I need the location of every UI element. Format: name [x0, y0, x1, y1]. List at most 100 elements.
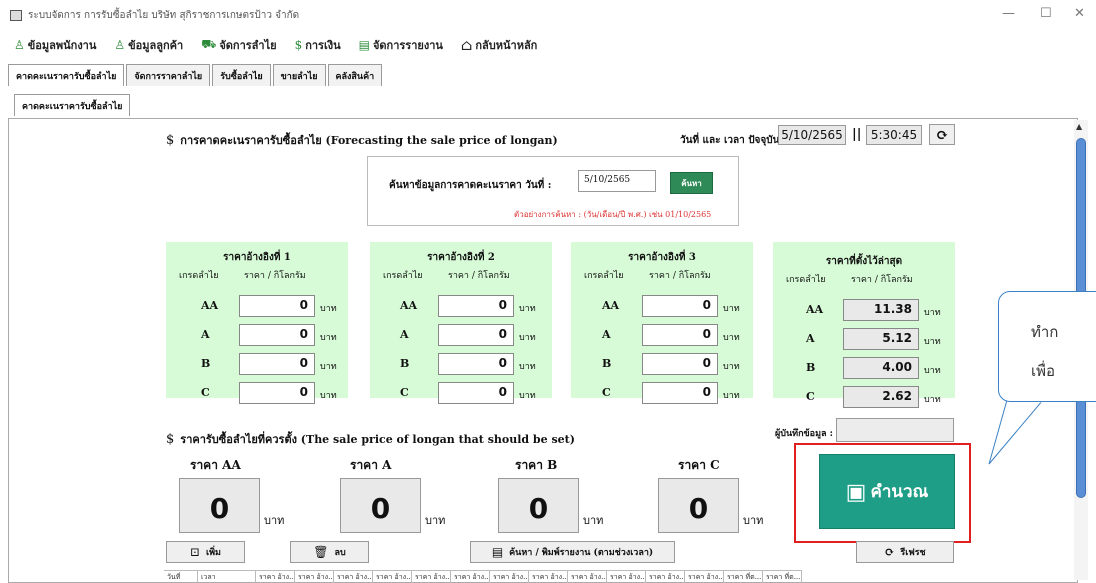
price-aa-value: 0 [179, 478, 260, 533]
table-header-cell[interactable]: ราคา อ้าง... [607, 571, 646, 583]
unit-label: บาท [723, 333, 740, 343]
ref2-price-c[interactable]: 0 [438, 382, 514, 404]
table-header-cell[interactable]: เวลา [198, 571, 256, 583]
ref3-price-aa[interactable]: 0 [642, 295, 718, 317]
close-button[interactable]: ✕ [1074, 6, 1085, 21]
ref2-price-aa[interactable]: 0 [438, 295, 514, 317]
tab-forecast[interactable]: คาดคะเนราคารับซื้อลำไย [8, 64, 125, 86]
menu-label: ข้อมูลพนักงาน [27, 39, 97, 52]
menu-bar: ♙ ข้อมูลพนักงาน ♙ ข้อมูลลูกค้า ⛟ จัดการลำไย… [14, 34, 555, 56]
maximize-button[interactable]: ☐ [1040, 6, 1052, 21]
table-header-cell[interactable]: ราคา อ้าง... [412, 571, 451, 583]
table-header-cell[interactable]: ราคา อ้าง... [490, 571, 529, 583]
search-date-input[interactable]: 5/10/2565 [578, 170, 656, 192]
tab-warehouse[interactable]: คลังสินค้า [327, 64, 383, 86]
unit-label: บาท [519, 362, 536, 372]
unit-label: บาท [924, 366, 941, 376]
table-header-cell[interactable]: ราคา อ้าง... [451, 571, 490, 583]
menu-reports[interactable]: ▤ จัดการรายงาน [359, 36, 443, 54]
latest-price-aa: 11.38 [843, 299, 919, 321]
menu-label: จัดการรายงาน [372, 39, 443, 52]
table-header-cell[interactable]: ราคา อ้าง... [295, 571, 334, 583]
app-icon [10, 9, 22, 21]
minimize-button[interactable]: — [1002, 6, 1015, 21]
grade-label: A [201, 328, 210, 341]
menu-manage-longan[interactable]: ⛟ จัดการลำไย [201, 36, 276, 54]
table-header-cell[interactable]: ราคา อ้าง... [256, 571, 295, 583]
table-header-cell[interactable]: ราคา ที่ต... [724, 571, 763, 583]
ref1-price-a[interactable]: 0 [239, 324, 315, 346]
unit-label: บาท [723, 391, 740, 401]
add-button[interactable]: ⊡ เพิ่ม [166, 541, 245, 563]
ref1-price-c[interactable]: 0 [239, 382, 315, 404]
tab-buy[interactable]: รับซื้อลำไย [212, 64, 271, 86]
sub-tabs: คาดคะเนราคารับซื้อลำไย [14, 94, 132, 116]
menu-finance[interactable]: $ การเงิน [295, 36, 341, 54]
users-icon: ♙ [14, 38, 25, 52]
search-print-button[interactable]: ▤ ค้นหา / พิมพ์รายงาน (ตามช่วงเวลา) [470, 541, 675, 563]
tab-sell[interactable]: ขายลำไย [272, 64, 326, 86]
title-bar: ระบบจัดการ การรับซื้อลำไย บริษัท สุกิราช… [0, 0, 1096, 30]
table-header-cell[interactable]: วันที่ [164, 571, 198, 583]
grade-label: AA [400, 299, 418, 312]
unit-label: บาท [723, 304, 740, 314]
unit-label: บาท [924, 308, 941, 318]
grade-label: AA [806, 303, 824, 316]
latest-price-b: 4.00 [843, 357, 919, 379]
delete-button[interactable]: 🗑 ลบ [290, 541, 369, 563]
unit-label: บาท [320, 362, 337, 372]
table-header-cell[interactable]: ราคา อ้าง... [685, 571, 724, 583]
table-header-cell[interactable]: ราคา อ้าง... [529, 571, 568, 583]
unit-label: บาท [519, 391, 536, 401]
scroll-up-icon[interactable]: ▲ [1076, 122, 1082, 131]
grade-label: AA [602, 299, 620, 312]
menu-label: ข้อมูลลูกค้า [128, 39, 184, 52]
ref1-price-aa[interactable]: 0 [239, 295, 315, 317]
ref3-price-a[interactable]: 0 [642, 324, 718, 346]
ref3-price-b[interactable]: 0 [642, 353, 718, 375]
main-tabs: คาดคะเนราคารับซื้อลำไย จัดการราคาลำไย รั… [8, 64, 384, 86]
unit-label: บาท [924, 395, 941, 405]
table-header-cell[interactable]: ราคา อ้าง... [334, 571, 373, 583]
price-a-value: 0 [340, 478, 421, 533]
tab-manage-price[interactable]: จัดการราคาลำไย [126, 64, 211, 86]
refresh-button[interactable]: ⟳ รีเฟรช [856, 541, 954, 563]
refresh-icon: ⟳ [884, 545, 895, 559]
callout-pointer [988, 399, 1045, 465]
col-grade: เกรดลำไย [584, 271, 624, 281]
latest-price-a: 5.12 [843, 328, 919, 350]
forecast-title-text: การคาดคะเนราคารับซื้อลำไย (Forecasting t… [180, 134, 558, 147]
recorder-label: ผู้บันทึกข้อมูล : [775, 429, 833, 439]
trash-icon: 🗑 [313, 545, 329, 559]
dollar-icon: $ [166, 431, 175, 447]
price-a-label: ราคา A [350, 458, 392, 472]
grade-label: A [400, 328, 409, 341]
set-price-title: $ ราคารับซื้อลำไยที่ควรตั้ง (The sale pr… [166, 430, 575, 448]
current-time: 5:30:45 [866, 125, 922, 145]
table-header-cell[interactable]: ราคา อ้าง... [373, 571, 412, 583]
ref2-price-b[interactable]: 0 [438, 353, 514, 375]
subtab-forecast[interactable]: คาดคะเนราคารับซื้อลำไย [14, 94, 131, 116]
customers-icon: ♙ [114, 38, 126, 52]
ref2-price-a[interactable]: 0 [438, 324, 514, 346]
unit-label: บาท [320, 333, 337, 343]
menu-employees[interactable]: ♙ ข้อมูลพนักงาน [14, 36, 96, 54]
menu-home[interactable]: ⌂ กลับหน้าหลัก [461, 36, 537, 54]
search-button[interactable]: ค้นหา [670, 172, 713, 194]
latest-price-c: 2.62 [843, 386, 919, 408]
unit-label: บาท [264, 514, 285, 527]
table-header-cell[interactable]: ราคา อ้าง... [646, 571, 685, 583]
menu-customers[interactable]: ♙ ข้อมูลลูกค้า [114, 36, 183, 54]
table-header-cell[interactable]: ราคา ที่ต... [763, 571, 802, 583]
refresh-time-button[interactable]: ⟳ [929, 124, 955, 145]
callout-line-1: ทำก [1031, 323, 1059, 341]
highlight-box [794, 443, 971, 543]
document-icon: ▤ [491, 545, 504, 559]
unit-label: บาท [924, 337, 941, 347]
callout-bubble: ทำก เพื่อ [998, 291, 1096, 402]
ref3-price-c[interactable]: 0 [642, 382, 718, 404]
datetime-label: วันที่ และ เวลา ปัจจุบัน : [680, 135, 787, 146]
table-header-cell[interactable]: ราคา อ้าง... [568, 571, 607, 583]
ref1-price-b[interactable]: 0 [239, 353, 315, 375]
add-label: เพิ่ม [206, 548, 221, 558]
